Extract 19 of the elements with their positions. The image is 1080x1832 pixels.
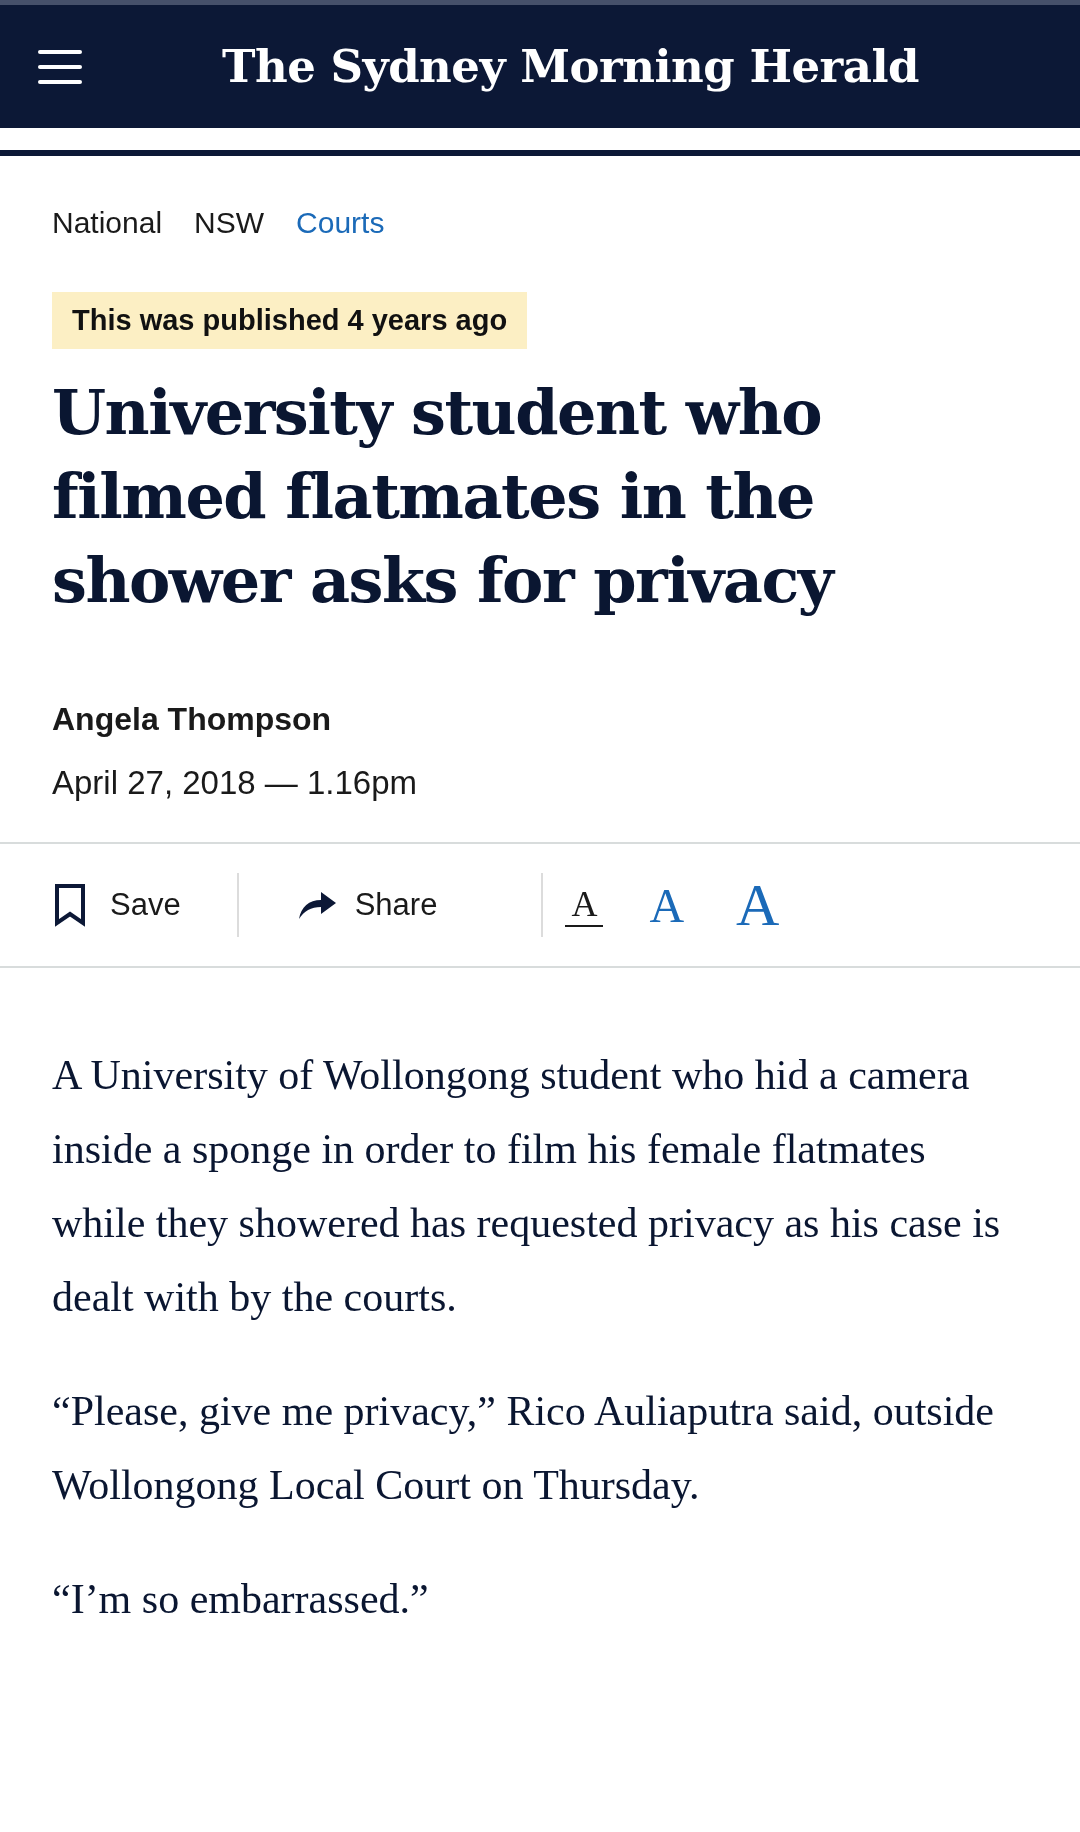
save-button[interactable]: Save (54, 883, 181, 927)
bookmark-icon (54, 883, 86, 927)
site-logo[interactable]: The Sydney Morning Herald (222, 40, 920, 93)
age-notice: This was published 4 years ago (52, 292, 528, 349)
text-size-button[interactable]: A (730, 870, 786, 940)
body-paragraph: “I’m so embarrassed.” (52, 1575, 430, 1624)
text-size-button[interactable]: A (565, 883, 604, 927)
breadcrumb-link[interactable]: NSW (194, 206, 265, 240)
share-button[interactable]: Share (296, 887, 438, 923)
author-name[interactable]: Angela Thompson (52, 701, 1028, 738)
share-arrow-icon (296, 889, 337, 921)
body-paragraph: “Please, give me privacy,” Rico Auliaputra said, outside Wollongong Local Court on Thursday. (52, 1387, 995, 1510)
breadcrumb-link[interactable]: Courts (296, 206, 385, 240)
body-paragraph: A University of Wollongong student who hid a camera inside a sponge in order to film his female flatmates while they showered has requested privacy as his case is dealt with by the courts. (52, 1051, 1002, 1322)
breadcrumb-link[interactable]: National (52, 206, 163, 240)
publish-date: April 27, 2018 — 1.16pm (52, 764, 419, 802)
menu-icon[interactable] (38, 49, 82, 84)
headline: University student who filmed flatmates in the shower asks for privacy (52, 375, 836, 619)
text-size-button[interactable]: A (643, 877, 691, 933)
